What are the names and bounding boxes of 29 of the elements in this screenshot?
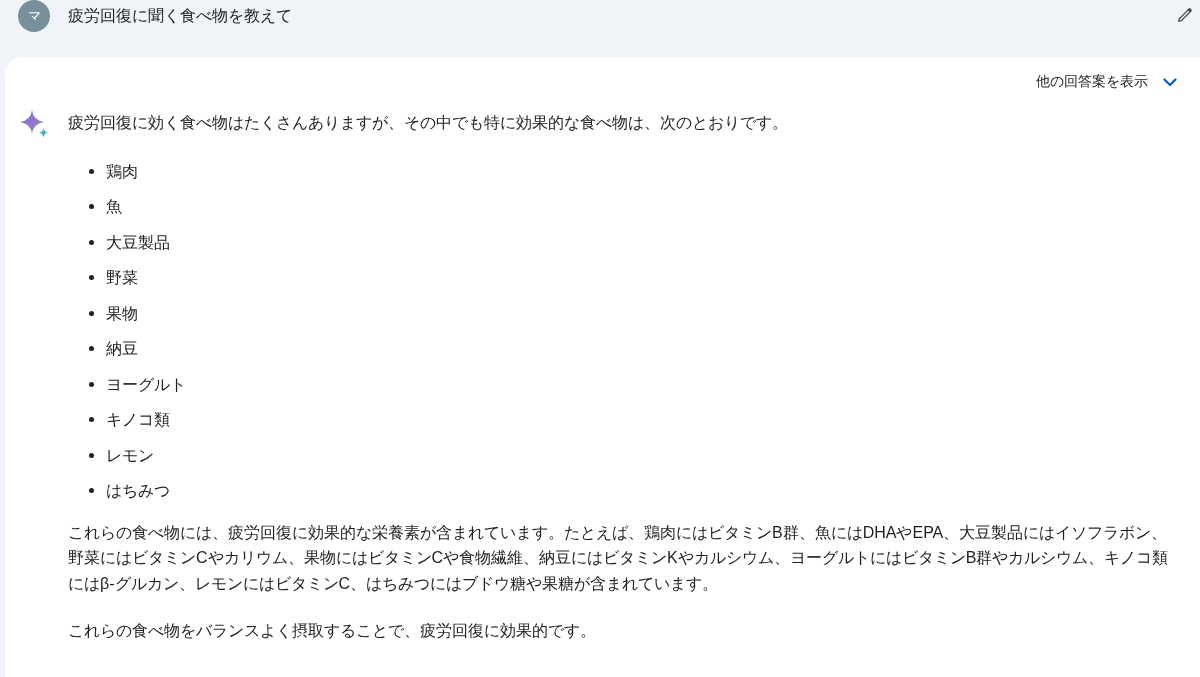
bullet-icon bbox=[89, 346, 94, 352]
bullet-icon bbox=[89, 452, 94, 458]
list-item-text: 魚 bbox=[106, 197, 122, 217]
bullet-icon bbox=[89, 168, 94, 174]
bullet-icon bbox=[89, 275, 94, 281]
query-text: 疲労回復に聞く食べ物を教えて bbox=[68, 6, 293, 26]
list-item-text: 大豆製品 bbox=[106, 232, 170, 253]
list-item-text: ヨーグルト bbox=[106, 374, 186, 395]
list-item-text: 果物 bbox=[106, 303, 138, 324]
sparkle-icon bbox=[20, 110, 48, 138]
edit-button[interactable] bbox=[1176, 6, 1194, 24]
list-item-text: 鶏肉 bbox=[106, 161, 138, 182]
bullet-icon bbox=[89, 381, 94, 387]
answer-paragraph: これらの食べ物をバランスよく摂取することで、疲労回復に効果的です。 bbox=[68, 621, 597, 641]
show-drafts-button[interactable]: 他の回答案を表示 bbox=[1036, 70, 1177, 94]
bullet-icon bbox=[89, 417, 94, 423]
list-item-text: 納豆 bbox=[106, 339, 138, 359]
list-item-text: はちみつ bbox=[106, 481, 170, 501]
bullet-icon bbox=[89, 239, 94, 245]
list-item-text: キノコ類 bbox=[106, 410, 170, 430]
answer-paragraph: これらの食べ物には、疲労回復に効果的な栄養素が含まれています。たとえば、鶏肉にはビタミンB群、魚にはDHAやEPA、大豆製品にはイソフラボン、野菜にはビタミンCやカリウム、果物にはビタミンCや食物繊維、納豆にはビタミンKやカルシウム、ヨーグルトにはビタミンB群やカルシウム、キノコ類にはβ-グルカン、レモンにはビタミンC、はちみつにはブドウ糖や果糖が含まれています。 bbox=[68, 522, 1170, 594]
bullet-icon bbox=[89, 310, 94, 316]
avatar: マ bbox=[18, 0, 50, 32]
list-item-text: レモン bbox=[106, 445, 154, 466]
pencil-icon bbox=[1176, 6, 1194, 24]
answer-intro: 疲労回復に効く食べ物はたくさんありますが、その中でも特に効果的な食べ物は、次のとおりです。 bbox=[68, 113, 789, 133]
list-item-text: 野菜 bbox=[106, 268, 138, 288]
bullet-icon bbox=[89, 488, 94, 494]
bullet-icon bbox=[89, 204, 94, 210]
